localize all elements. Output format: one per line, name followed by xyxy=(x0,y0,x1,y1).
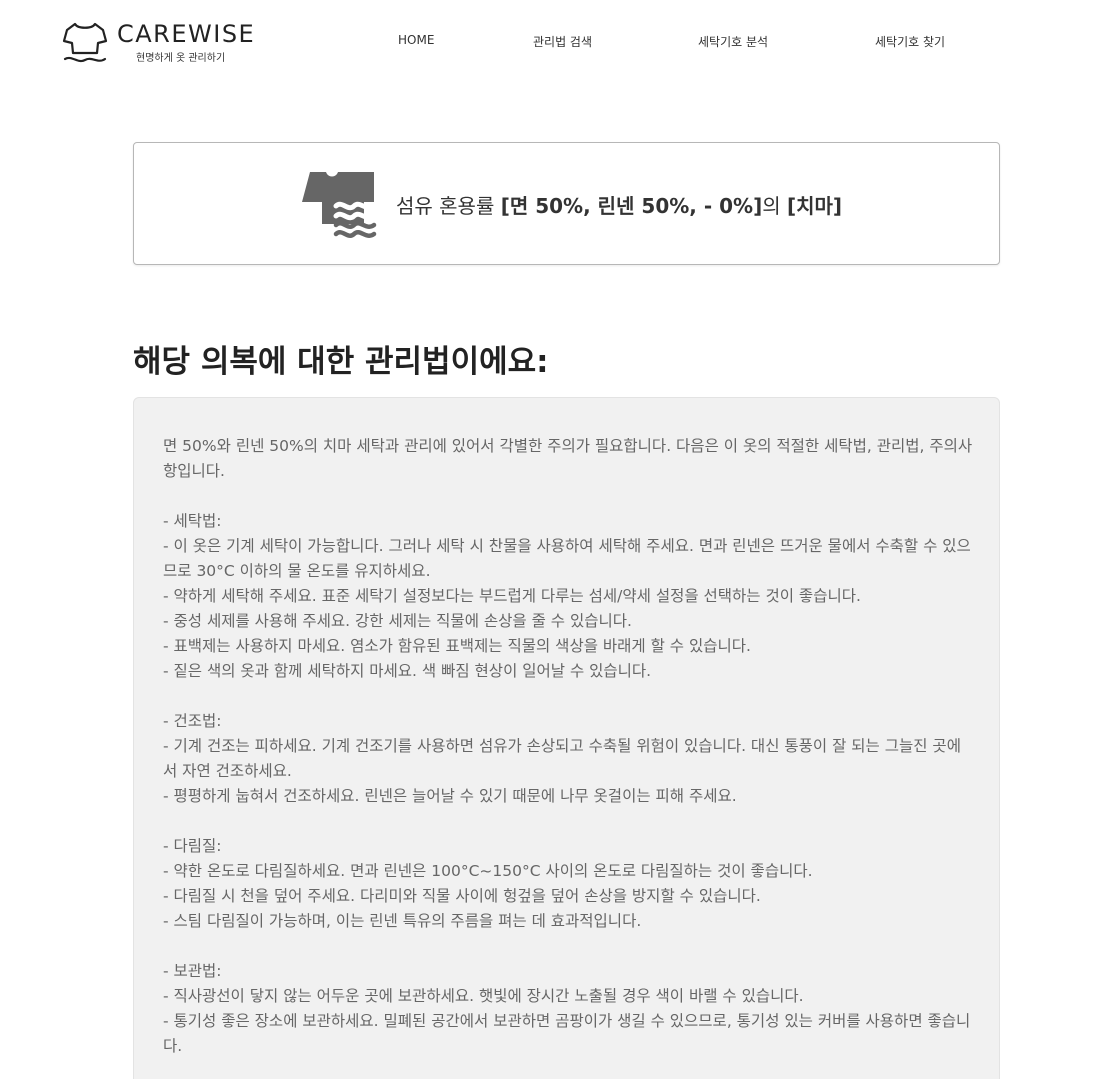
logo-tshirt-icon xyxy=(62,22,108,63)
logo-title: CAREWISE xyxy=(117,20,256,48)
nav-symbol-finder[interactable]: 세탁기호 찾기 xyxy=(875,33,945,50)
section-title: 해당 의복에 대한 관리법이에요: xyxy=(133,344,549,380)
garment-type: [치마] xyxy=(786,194,843,218)
page: CAREWISE 현명하게 옷 관리하기 HOME 관리법 검색 세탁기호 분석… xyxy=(0,0,1095,1079)
fabric-prefix: 섬유 혼용률 xyxy=(396,194,501,218)
site-header: CAREWISE 현명하게 옷 관리하기 HOME 관리법 검색 세탁기호 분석… xyxy=(0,0,1095,80)
garment-description: 섬유 혼용률 [면 50%, 린넨 50%, - 0%]의 [치마] xyxy=(396,190,842,219)
nav-care-search[interactable]: 관리법 검색 xyxy=(533,33,592,50)
logo-subtitle: 현명하게 옷 관리하기 xyxy=(136,53,226,64)
shirt-wash-icon xyxy=(302,172,377,238)
nav-symbol-analysis[interactable]: 세탁기호 분석 xyxy=(698,33,768,50)
logo[interactable]: CAREWISE 현명하게 옷 관리하기 xyxy=(62,18,262,66)
nav-home[interactable]: HOME xyxy=(398,33,434,47)
care-instructions-box: 면 50%와 린넨 50%의 치마 세탁과 관리에 있어서 각별한 주의가 필요… xyxy=(133,397,1000,1079)
garment-info-box: 섬유 혼용률 [면 50%, 린넨 50%, - 0%]의 [치마] xyxy=(133,142,1000,265)
fabric-connector: 의 xyxy=(762,194,787,218)
fabric-composition: [면 50%, 린넨 50%, - 0%] xyxy=(500,194,763,218)
care-instructions-text: 면 50%와 린넨 50%의 치마 세탁과 관리에 있어서 각별한 주의가 필요… xyxy=(163,437,973,1055)
